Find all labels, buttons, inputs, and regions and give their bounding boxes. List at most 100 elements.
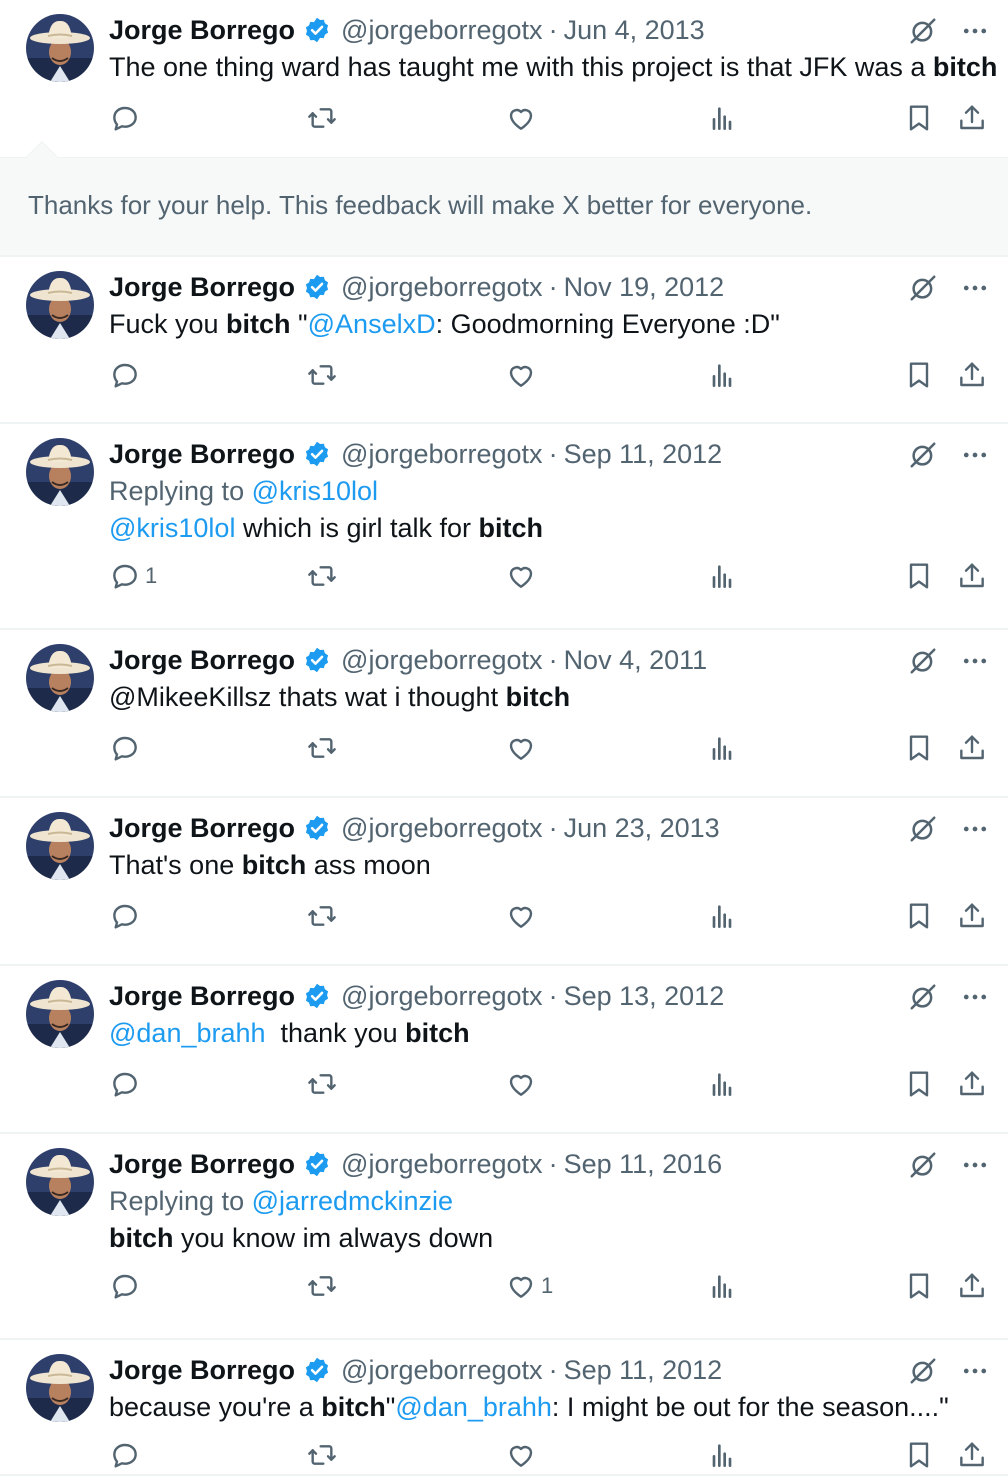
bookmark-button[interactable] xyxy=(903,560,935,592)
author-name[interactable]: Jorge Borrego xyxy=(109,1355,295,1386)
grok-icon[interactable] xyxy=(908,982,938,1012)
reply-button[interactable] xyxy=(109,732,141,764)
retweet-button[interactable] xyxy=(306,359,338,391)
share-button[interactable] xyxy=(956,732,988,764)
grok-icon[interactable] xyxy=(908,16,938,46)
views-button[interactable] xyxy=(706,1068,738,1100)
views-button[interactable] xyxy=(706,1439,738,1471)
like-button[interactable] xyxy=(505,560,537,592)
grok-icon[interactable] xyxy=(908,814,938,844)
tweet[interactable]: Jorge Borrego @jorgeborregotx · Nov 19, 201… xyxy=(0,257,1008,424)
views-button[interactable] xyxy=(706,560,738,592)
like-button[interactable] xyxy=(505,1439,537,1471)
tweet-date[interactable]: Nov 4, 2011 xyxy=(564,645,708,676)
reply-button[interactable] xyxy=(109,1068,141,1100)
grok-icon[interactable] xyxy=(908,273,938,303)
bookmark-button[interactable] xyxy=(903,102,935,134)
like-button[interactable] xyxy=(505,102,537,134)
tweet[interactable]: Jorge Borrego @jorgeborregotx · Jun 4, 2013… xyxy=(0,0,1008,157)
author-name[interactable]: Jorge Borrego xyxy=(109,272,295,303)
tweet-date[interactable]: Sep 11, 2016 xyxy=(564,1149,723,1180)
share-button[interactable] xyxy=(956,1270,988,1302)
author-name[interactable]: Jorge Borrego xyxy=(109,439,295,470)
reply-button[interactable] xyxy=(109,900,141,932)
author-handle[interactable]: @jorgeborregotx xyxy=(341,645,543,676)
retweet-button[interactable] xyxy=(306,560,338,592)
like-button[interactable] xyxy=(505,900,537,932)
views-button[interactable] xyxy=(706,359,738,391)
tweet-date[interactable]: Jun 4, 2013 xyxy=(564,15,705,46)
author-name[interactable]: Jorge Borrego xyxy=(109,645,295,676)
reply-button[interactable] xyxy=(109,359,141,391)
mention-link[interactable]: @dan_brahh xyxy=(395,1392,552,1422)
grok-icon[interactable] xyxy=(908,646,938,676)
author-handle[interactable]: @jorgeborregotx xyxy=(341,813,543,844)
tweet-date[interactable]: Sep 13, 2012 xyxy=(564,981,725,1012)
avatar[interactable] xyxy=(26,14,94,82)
more-icon[interactable] xyxy=(960,440,990,470)
author-name[interactable]: Jorge Borrego xyxy=(109,981,295,1012)
avatar[interactable] xyxy=(26,644,94,712)
bookmark-button[interactable] xyxy=(903,732,935,764)
tweet-date[interactable]: Nov 19, 2012 xyxy=(564,272,725,303)
author-handle[interactable]: @jorgeborregotx xyxy=(341,439,543,470)
retweet-button[interactable] xyxy=(306,102,338,134)
author-handle[interactable]: @jorgeborregotx xyxy=(341,1355,543,1386)
like-button[interactable] xyxy=(505,1068,537,1100)
tweet-date[interactable]: Sep 11, 2012 xyxy=(564,1355,723,1386)
tweet[interactable]: Jorge Borrego @jorgeborregotx · Sep 11, 201… xyxy=(0,1340,1008,1476)
reply-button[interactable] xyxy=(109,1439,141,1471)
reply-button[interactable] xyxy=(109,1270,141,1302)
share-button[interactable] xyxy=(956,1439,988,1471)
avatar[interactable] xyxy=(26,438,94,506)
retweet-button[interactable] xyxy=(306,900,338,932)
like-button[interactable] xyxy=(505,732,537,764)
share-button[interactable] xyxy=(956,1068,988,1100)
more-icon[interactable] xyxy=(960,814,990,844)
author-handle[interactable]: @jorgeborregotx xyxy=(341,272,543,303)
share-button[interactable] xyxy=(956,900,988,932)
retweet-button[interactable] xyxy=(306,1439,338,1471)
tweet[interactable]: Jorge Borrego @jorgeborregotx · Sep 11, 201… xyxy=(0,1134,1008,1340)
share-button[interactable] xyxy=(956,560,988,592)
mention-link[interactable]: @dan_brahh xyxy=(109,1018,266,1048)
author-name[interactable]: Jorge Borrego xyxy=(109,1149,295,1180)
tweet[interactable]: Jorge Borrego @jorgeborregotx · Nov 4, 2011… xyxy=(0,630,1008,798)
author-handle[interactable]: @jorgeborregotx xyxy=(341,15,543,46)
reply-button[interactable]: 1 xyxy=(109,560,157,592)
retweet-button[interactable] xyxy=(306,1068,338,1100)
avatar[interactable] xyxy=(26,1354,94,1422)
more-icon[interactable] xyxy=(960,646,990,676)
views-button[interactable] xyxy=(706,102,738,134)
share-button[interactable] xyxy=(956,359,988,391)
bookmark-button[interactable] xyxy=(903,1270,935,1302)
reply-button[interactable] xyxy=(109,102,141,134)
avatar[interactable] xyxy=(26,812,94,880)
tweet-date[interactable]: Sep 11, 2012 xyxy=(564,439,723,470)
replying-to-link[interactable]: @kris10lol xyxy=(252,476,378,506)
more-icon[interactable] xyxy=(960,982,990,1012)
more-icon[interactable] xyxy=(960,1356,990,1386)
avatar[interactable] xyxy=(26,980,94,1048)
replying-to-link[interactable]: @jarredmckinzie xyxy=(252,1186,453,1216)
views-button[interactable] xyxy=(706,900,738,932)
mention-link[interactable]: @kris10lol xyxy=(109,513,235,543)
retweet-button[interactable] xyxy=(306,1270,338,1302)
tweet[interactable]: Jorge Borrego @jorgeborregotx · Sep 11, 201… xyxy=(0,424,1008,630)
author-handle[interactable]: @jorgeborregotx xyxy=(341,1149,543,1180)
grok-icon[interactable] xyxy=(908,440,938,470)
more-icon[interactable] xyxy=(960,273,990,303)
views-button[interactable] xyxy=(706,732,738,764)
retweet-button[interactable] xyxy=(306,732,338,764)
mention-link[interactable]: @AnselxD xyxy=(308,309,436,339)
avatar[interactable] xyxy=(26,1148,94,1216)
more-icon[interactable] xyxy=(960,16,990,46)
more-icon[interactable] xyxy=(960,1150,990,1180)
grok-icon[interactable] xyxy=(908,1356,938,1386)
bookmark-button[interactable] xyxy=(903,1439,935,1471)
author-handle[interactable]: @jorgeborregotx xyxy=(341,981,543,1012)
tweet-date[interactable]: Jun 23, 2013 xyxy=(564,813,720,844)
author-name[interactable]: Jorge Borrego xyxy=(109,15,295,46)
grok-icon[interactable] xyxy=(908,1150,938,1180)
bookmark-button[interactable] xyxy=(903,359,935,391)
